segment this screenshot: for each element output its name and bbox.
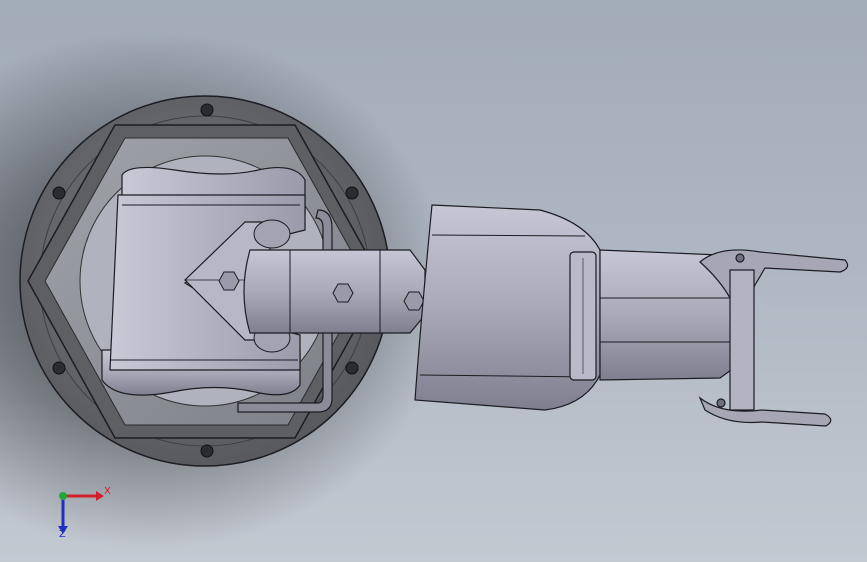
hex-bolt-icon (403, 291, 425, 311)
3d-model-view[interactable] (0, 0, 867, 562)
hex-bolt-icon (332, 283, 354, 303)
z-axis-label: Z (59, 529, 66, 540)
joint-housing[interactable] (414, 204, 601, 411)
x-axis-label: X (104, 486, 111, 497)
drive-shaft[interactable] (243, 249, 426, 334)
graphics-viewport[interactable]: X Z (0, 0, 867, 562)
hex-bolt-icon (218, 271, 240, 291)
coordinate-triad: X Z (44, 482, 114, 546)
